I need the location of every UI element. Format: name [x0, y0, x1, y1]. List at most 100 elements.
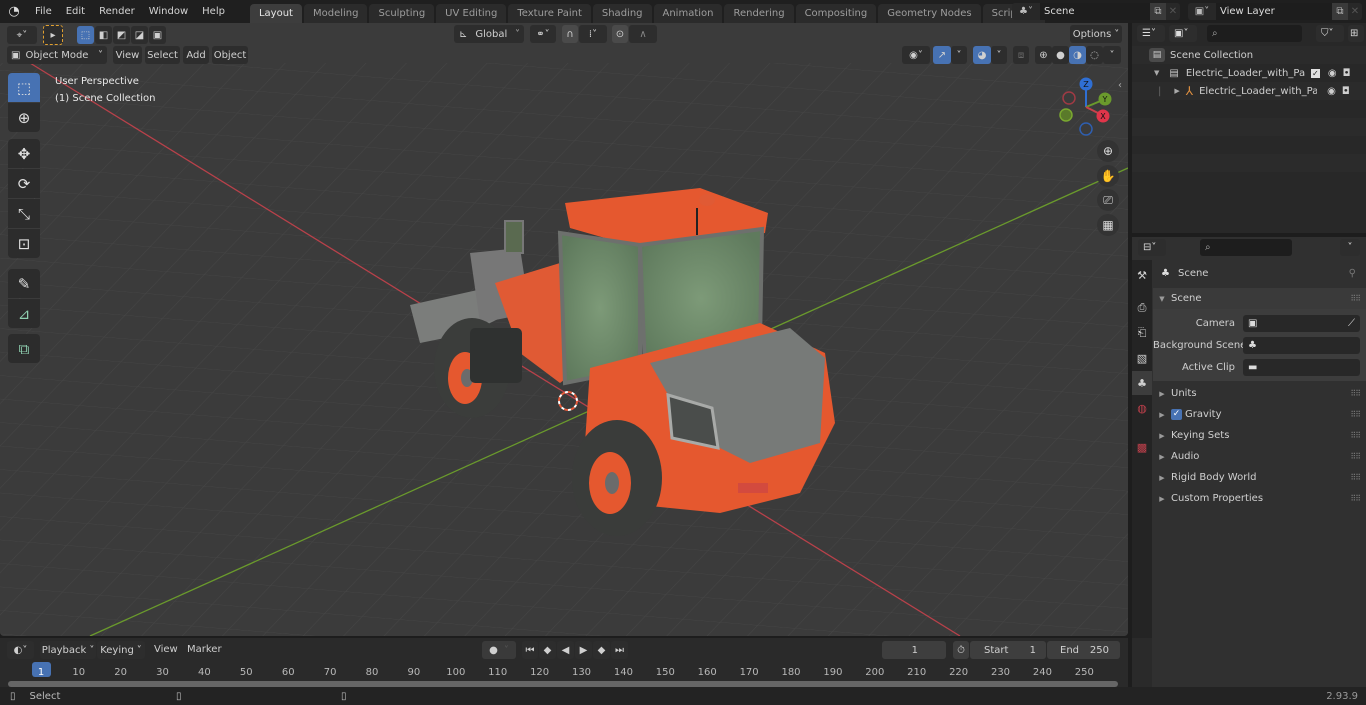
menu-edit[interactable]: Edit [59, 0, 92, 23]
play-reverse-button[interactable]: ◀ [557, 641, 574, 659]
tool-measure[interactable]: ⊿ [8, 299, 40, 328]
expand-triangle-icon[interactable]: ▼ [1154, 69, 1159, 77]
panel-units[interactable]: ▶ Units ⠿⠿ [1153, 383, 1366, 404]
tool-rotate[interactable]: ⟳ [8, 169, 40, 198]
outliner-row-scene-collection[interactable]: ▤ Scene Collection [1132, 46, 1366, 64]
active-clip-field[interactable]: ▬ [1243, 359, 1360, 376]
pin-icon[interactable]: ⚲ [1349, 268, 1356, 279]
next-keyframe-button[interactable]: ◆ [593, 641, 610, 659]
menu-view[interactable]: View [154, 644, 178, 655]
gizmo-dropdown[interactable]: ˅ [951, 46, 967, 64]
3d-viewport[interactable]: ⌖˅ ▸ ⬚ ◧ ◩ ◪ ▣ ⊾ Global ˅ ⚭˅ ∩ ⁞˅ ⊙ ∧ Op… [0, 23, 1128, 636]
outliner-search-input[interactable]: ⌕ [1207, 25, 1302, 42]
drag-grip-icon[interactable]: ⠿⠿ [1350, 452, 1361, 461]
menu-select[interactable]: Select [145, 46, 180, 64]
tool-scale[interactable]: ⤡ [8, 199, 40, 228]
shading-solid[interactable]: ● [1052, 46, 1069, 64]
delete-scene-icon[interactable]: ✕ [1166, 6, 1180, 17]
tool-transform[interactable]: ⊡ [8, 229, 40, 258]
menu-add[interactable]: Add [183, 46, 209, 64]
tab-sculpting[interactable]: Sculpting [369, 4, 435, 23]
shading-dropdown[interactable]: ˅ [1103, 46, 1121, 64]
select-invert-button[interactable]: ◪ [131, 26, 148, 44]
outliner-row-armature[interactable]: | ▶ ⅄ Electric_Loader_with_Pall ◉ ◘ [1132, 82, 1366, 100]
view-layer-name[interactable]: View Layer [1216, 3, 1332, 20]
drag-grip-icon[interactable]: ⠿⠿ [1350, 410, 1361, 419]
tweak-tool-button[interactable]: ▸ [43, 25, 63, 45]
select-intersect-button[interactable]: ▣ [149, 26, 166, 44]
outliner-editor-type[interactable]: ☰˅ [1137, 25, 1165, 42]
menu-object[interactable]: Object [212, 46, 248, 64]
select-new-button[interactable]: ⬚ [77, 26, 94, 44]
tool-add-cube[interactable]: ⧉ [8, 334, 40, 363]
drag-grip-icon[interactable]: ⠿⠿ [1350, 494, 1361, 503]
camera-render-icon[interactable]: ◘ [1342, 86, 1350, 97]
tab-animation[interactable]: Animation [653, 4, 723, 23]
navigation-gizmo[interactable]: Z Y X [1055, 75, 1117, 137]
tab-world[interactable]: ◍ [1132, 396, 1152, 420]
zoom-view-button[interactable]: ⊕ [1097, 140, 1119, 162]
tool-select-box[interactable]: ⬚ [8, 73, 40, 102]
menu-help[interactable]: Help [195, 0, 232, 23]
options-dropdown[interactable]: Options ˅ [1070, 25, 1122, 43]
scene-name[interactable]: Scene [1040, 3, 1150, 20]
tab-scene[interactable]: ♣ [1132, 371, 1152, 395]
filter-dropdown[interactable]: ⛉˅ [1316, 25, 1344, 42]
eye-icon[interactable]: ◉ [1328, 68, 1337, 79]
blender-logo-icon[interactable]: ◔ [0, 0, 28, 23]
tab-render[interactable]: ⎙ [1132, 296, 1152, 320]
play-button[interactable]: ▶ [575, 641, 592, 659]
auto-keying-toggle[interactable]: ● ˅ [482, 641, 516, 659]
pan-view-button[interactable]: ✋ [1097, 165, 1119, 187]
panel-custom-properties[interactable]: ▶ Custom Properties ⠿⠿ [1153, 488, 1366, 509]
tool-annotate[interactable]: ✎ [8, 269, 40, 298]
tab-geometry-nodes[interactable]: Geometry Nodes [878, 4, 981, 23]
proportional-edit-toggle[interactable]: ⊙ [612, 25, 628, 43]
exclude-checkbox[interactable]: ✓ [1310, 68, 1320, 78]
tab-texture[interactable]: ▩ [1132, 435, 1152, 459]
menu-file[interactable]: File [28, 0, 59, 23]
start-frame-field[interactable]: Start 1 [970, 641, 1046, 659]
editor-type-button[interactable]: ⌖˅ [7, 26, 37, 44]
delete-view-layer-icon[interactable]: ✕ [1348, 6, 1362, 17]
xray-toggle[interactable]: ⧈ [1013, 46, 1029, 64]
panel-audio[interactable]: ▶ Audio ⠿⠿ [1153, 446, 1366, 467]
camera-view-button[interactable]: ⎚ [1097, 189, 1119, 211]
tab-uv-editing[interactable]: UV Editing [436, 4, 507, 23]
use-preview-range-toggle[interactable]: ⏱ [953, 641, 969, 659]
timeline-editor-type[interactable]: ◐˅ [7, 641, 34, 659]
outliner-row-collection[interactable]: ▼ ▤ Electric_Loader_with_Pallet_F ✓ ◉ ◘ [1132, 64, 1366, 82]
expand-triangle-icon[interactable]: ▶ [1174, 87, 1179, 95]
panel-gravity[interactable]: ▶ ✓ Gravity ⠿⠿ [1153, 404, 1366, 425]
scene-selector[interactable]: ♣˅ Scene ⧉ ✕ [1012, 3, 1180, 20]
panel-scene-header[interactable]: ▼ Scene ⠿⠿ [1153, 288, 1366, 309]
background-scene-field[interactable]: ♣ [1243, 337, 1360, 354]
tab-compositing[interactable]: Compositing [795, 4, 877, 23]
drag-grip-icon[interactable]: ⠿⠿ [1350, 389, 1361, 398]
properties-editor-type[interactable]: ⊟˅ [1138, 239, 1166, 256]
display-mode-dropdown[interactable]: ▣˅ [1169, 25, 1197, 42]
gizmo-toggle[interactable]: ↗ [933, 46, 951, 64]
camera-render-icon[interactable]: ◘ [1343, 68, 1351, 79]
properties-options-dropdown[interactable]: ˅ [1340, 239, 1360, 256]
tab-output[interactable]: ⎗ [1132, 321, 1152, 345]
menu-marker[interactable]: Marker [187, 644, 222, 655]
jump-start-button[interactable]: ⏮ [522, 641, 538, 659]
camera-field[interactable]: ▣ ⟋ [1243, 315, 1360, 332]
shading-material[interactable]: ◑ [1069, 46, 1086, 64]
drag-grip-icon[interactable]: ⠿⠿ [1350, 294, 1361, 303]
select-extend-button[interactable]: ◧ [95, 26, 112, 44]
panel-rigid-body-world[interactable]: ▶ Rigid Body World ⠿⠿ [1153, 467, 1366, 488]
menu-view[interactable]: View [113, 46, 142, 64]
current-frame-field[interactable]: 1 [882, 641, 946, 659]
tab-rendering[interactable]: Rendering [724, 4, 794, 23]
menu-render[interactable]: Render [92, 0, 142, 23]
tab-texture-paint[interactable]: Texture Paint [508, 4, 591, 23]
snap-target-dropdown[interactable]: ⁞˅ [579, 25, 607, 43]
new-view-layer-icon[interactable]: ⧉ [1332, 3, 1348, 20]
snap-toggle[interactable]: ∩ [562, 25, 578, 43]
sidebar-toggle-icon[interactable]: ‹ [1118, 80, 1128, 94]
eye-icon[interactable]: ◉ [1327, 86, 1336, 97]
tab-tool[interactable]: ⚒ [1132, 263, 1152, 287]
falloff-dropdown[interactable]: ∧ [629, 25, 657, 43]
